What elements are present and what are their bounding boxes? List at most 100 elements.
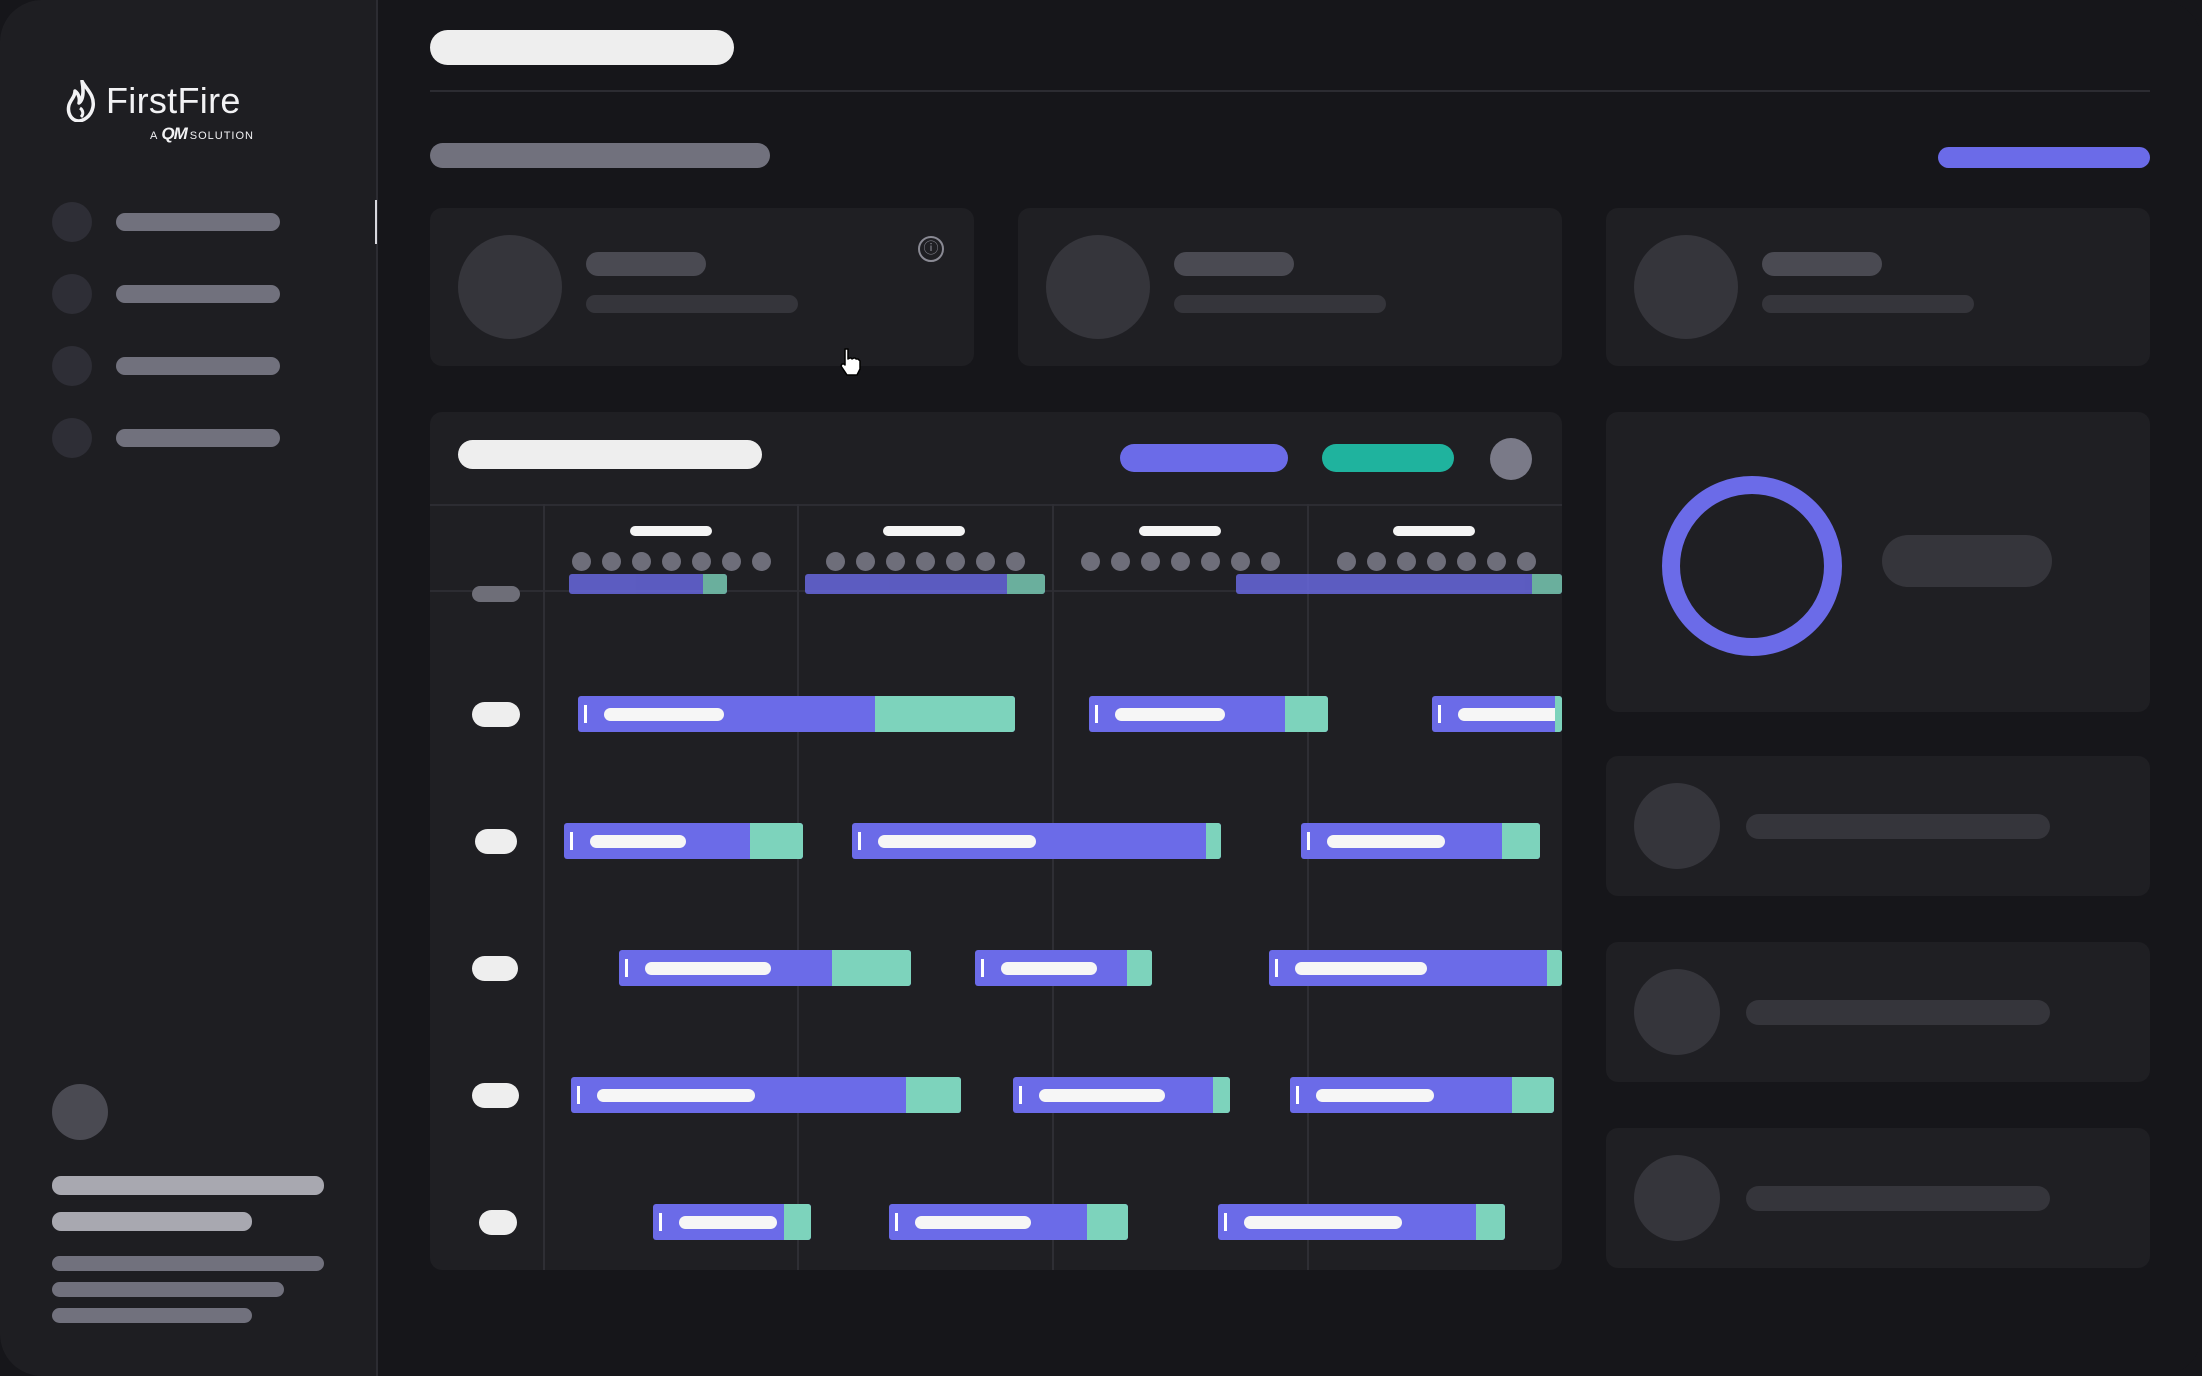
task-remaining [906, 1077, 961, 1113]
task-drag-handle[interactable] [895, 1213, 898, 1231]
sidebar-item-1[interactable] [52, 202, 282, 242]
stat-card-2[interactable] [1018, 208, 1562, 366]
firstfire-logo[interactable]: FirstFire A QM SOLUTION [66, 78, 276, 148]
nav-icon-placeholder [52, 418, 92, 458]
footer-line-placeholder [52, 1256, 324, 1271]
day-dot [1006, 552, 1025, 571]
schedule-primary-button[interactable] [1120, 444, 1288, 472]
task-bar[interactable] [1290, 1077, 1554, 1113]
task-bar[interactable] [578, 696, 1015, 732]
list-card-3[interactable] [1606, 1128, 2150, 1268]
stat-avatar [458, 235, 562, 339]
list-avatar [1634, 1155, 1720, 1241]
task-drag-handle[interactable] [1307, 832, 1310, 850]
day-dot [1367, 552, 1386, 571]
task-bar[interactable] [1269, 950, 1562, 986]
week-label-placeholder [883, 526, 965, 536]
day-dot [1517, 552, 1536, 571]
day-dot [692, 552, 711, 571]
task-bar[interactable] [619, 950, 911, 986]
task-bar[interactable] [1218, 1204, 1505, 1240]
task-drag-handle[interactable] [584, 705, 587, 723]
task-label-placeholder [1244, 1216, 1402, 1229]
list-card-1[interactable] [1606, 756, 2150, 896]
task-bar-partial[interactable] [569, 574, 727, 594]
stat-card-3[interactable] [1606, 208, 2150, 366]
task-bar-partial[interactable] [805, 574, 1045, 594]
task-label-placeholder [590, 835, 686, 848]
task-bar[interactable] [1301, 823, 1540, 859]
tagline-prefix: A [150, 130, 159, 142]
header-divider [430, 90, 2150, 92]
row-label [472, 956, 518, 981]
task-bar[interactable] [564, 823, 803, 859]
day-dot [572, 552, 591, 571]
task-bar[interactable] [975, 950, 1152, 986]
day-dot [1427, 552, 1446, 571]
task-bar-partial[interactable] [1236, 574, 1562, 594]
task-remaining [875, 696, 1015, 732]
primary-action-button[interactable] [1938, 147, 2150, 168]
active-nav-indicator [375, 200, 377, 244]
list-label-placeholder [1746, 1000, 2050, 1025]
task-remaining [1512, 1077, 1554, 1113]
schedule-options-button[interactable] [1490, 438, 1532, 480]
stat-title-placeholder [586, 252, 706, 276]
day-dot [1337, 552, 1356, 571]
task-drag-handle[interactable] [1275, 959, 1278, 977]
list-avatar [1634, 969, 1720, 1055]
hand-cursor-icon [840, 348, 861, 376]
task-drag-handle[interactable] [1438, 705, 1441, 723]
task-drag-handle[interactable] [570, 832, 573, 850]
user-role-placeholder [52, 1212, 252, 1231]
day-dot [1141, 552, 1160, 571]
list-card-2[interactable] [1606, 942, 2150, 1082]
task-bar[interactable] [653, 1204, 811, 1240]
day-dot [602, 552, 621, 571]
task-label-placeholder [1039, 1089, 1165, 1102]
day-dot [662, 552, 681, 571]
nav-label-placeholder [116, 429, 280, 447]
day-dot [1231, 552, 1250, 571]
list-label-placeholder [1746, 814, 2050, 839]
day-dot [886, 552, 905, 571]
task-drag-handle[interactable] [1296, 1086, 1299, 1104]
task-remaining [1555, 696, 1562, 732]
sidebar-item-2[interactable] [52, 274, 282, 314]
task-drag-handle[interactable] [659, 1213, 662, 1231]
task-bar[interactable] [571, 1077, 961, 1113]
list-avatar [1634, 783, 1720, 869]
task-bar[interactable] [1013, 1077, 1230, 1113]
task-label-placeholder [604, 708, 724, 721]
task-bar[interactable] [1432, 696, 1562, 732]
task-drag-handle[interactable] [1095, 705, 1098, 723]
stat-avatar [1046, 235, 1150, 339]
task-label-placeholder [1001, 962, 1097, 975]
task-drag-handle[interactable] [981, 959, 984, 977]
day-dot [752, 552, 771, 571]
task-bar[interactable] [852, 823, 1221, 859]
task-drag-handle[interactable] [1019, 1086, 1022, 1104]
user-avatar[interactable] [52, 1084, 108, 1140]
week-label-placeholder [1139, 526, 1221, 536]
schedule-secondary-button[interactable] [1322, 444, 1454, 472]
task-label-placeholder [1316, 1089, 1434, 1102]
week-label-placeholder [1393, 526, 1475, 536]
sidebar-item-4[interactable] [52, 418, 282, 458]
stat-avatar [1634, 235, 1738, 339]
task-drag-handle[interactable] [625, 959, 628, 977]
stat-card-1[interactable]: ⓘ [430, 208, 974, 366]
task-drag-handle[interactable] [858, 832, 861, 850]
brand-name: FirstFire [106, 80, 241, 121]
day-dot [1201, 552, 1220, 571]
sidebar-item-3[interactable] [52, 346, 282, 386]
footer-line-placeholder [52, 1308, 252, 1323]
info-icon[interactable]: ⓘ [918, 236, 944, 262]
task-bar[interactable] [1089, 696, 1328, 732]
task-drag-handle[interactable] [1224, 1213, 1227, 1231]
nav-icon-placeholder [52, 202, 92, 242]
task-bar[interactable] [889, 1204, 1128, 1240]
day-dot [916, 552, 935, 571]
qm-mark: QM [161, 124, 187, 143]
task-drag-handle[interactable] [577, 1086, 580, 1104]
